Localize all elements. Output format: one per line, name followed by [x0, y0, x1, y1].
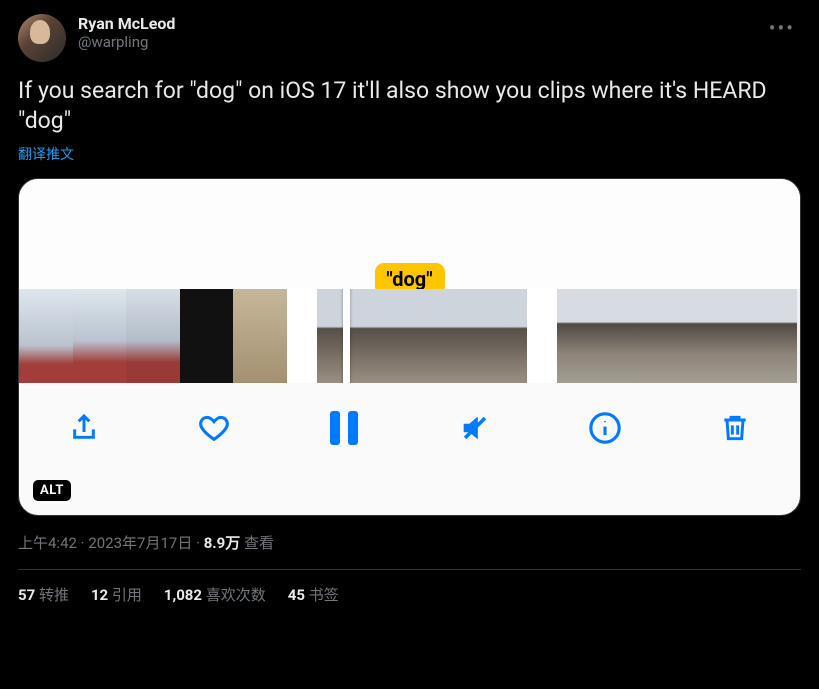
- translate-link[interactable]: 翻译推文: [18, 144, 801, 164]
- share-icon[interactable]: [64, 408, 104, 448]
- tweet-text: If you search for "dog" on iOS 17 it'll …: [18, 76, 801, 136]
- handle: @warpling: [78, 33, 751, 51]
- likes-stat[interactable]: 1,082 喜欢次数: [164, 584, 266, 605]
- more-menu-icon[interactable]: •••: [763, 14, 801, 42]
- tweet-header: Ryan McLeod @warpling •••: [18, 14, 801, 62]
- clip-frame: [387, 289, 457, 383]
- media-top: "dog": [19, 179, 800, 289]
- info-icon[interactable]: [585, 408, 625, 448]
- trash-icon[interactable]: [715, 408, 755, 448]
- tweet-meta: 上午4:42 · 2023年7月17日 · 8.9万 查看: [18, 532, 801, 553]
- video-timeline[interactable]: [19, 289, 800, 383]
- views-count: 8.9万: [204, 534, 241, 552]
- clip-frame: [126, 289, 180, 383]
- views-label: 查看: [240, 534, 274, 552]
- tweet-time[interactable]: 上午4:42: [18, 534, 77, 552]
- clip-gap: [527, 289, 557, 383]
- mute-icon[interactable]: [455, 408, 495, 448]
- tweet-container: Ryan McLeod @warpling ••• If you search …: [0, 0, 819, 615]
- clip-frame: [19, 289, 73, 383]
- pause-icon[interactable]: [324, 408, 364, 448]
- clip-frame: [233, 289, 287, 383]
- clip-frame: [749, 289, 797, 383]
- clip-group[interactable]: [19, 289, 287, 383]
- clip-frame: [605, 289, 653, 383]
- playhead[interactable]: [343, 289, 350, 383]
- author-names[interactable]: Ryan McLeod @warpling: [78, 14, 751, 51]
- bookmarks-stat[interactable]: 45 书签: [288, 584, 339, 605]
- clip-frame: [701, 289, 749, 383]
- clip-frame: [180, 289, 234, 383]
- retweets-stat[interactable]: 57 转推: [18, 584, 69, 605]
- clip-gap: [287, 289, 317, 383]
- display-name: Ryan McLeod: [78, 14, 751, 33]
- clip-frame: [317, 289, 387, 383]
- clip-group[interactable]: [557, 289, 797, 383]
- clip-frame: [557, 289, 605, 383]
- quotes-stat[interactable]: 12 引用: [91, 584, 142, 605]
- tweet-stats: 57 转推 12 引用 1,082 喜欢次数 45 书签: [18, 570, 801, 605]
- media-toolbar: [19, 383, 800, 473]
- tweet-date[interactable]: 2023年7月17日: [88, 534, 192, 552]
- clip-frame: [653, 289, 701, 383]
- clip-frame: [457, 289, 527, 383]
- heart-icon[interactable]: [194, 408, 234, 448]
- alt-badge[interactable]: ALT: [33, 480, 71, 501]
- clip-group[interactable]: [317, 289, 527, 383]
- clip-frame: [73, 289, 127, 383]
- media-card[interactable]: "dog": [18, 178, 801, 516]
- avatar[interactable]: [18, 14, 66, 62]
